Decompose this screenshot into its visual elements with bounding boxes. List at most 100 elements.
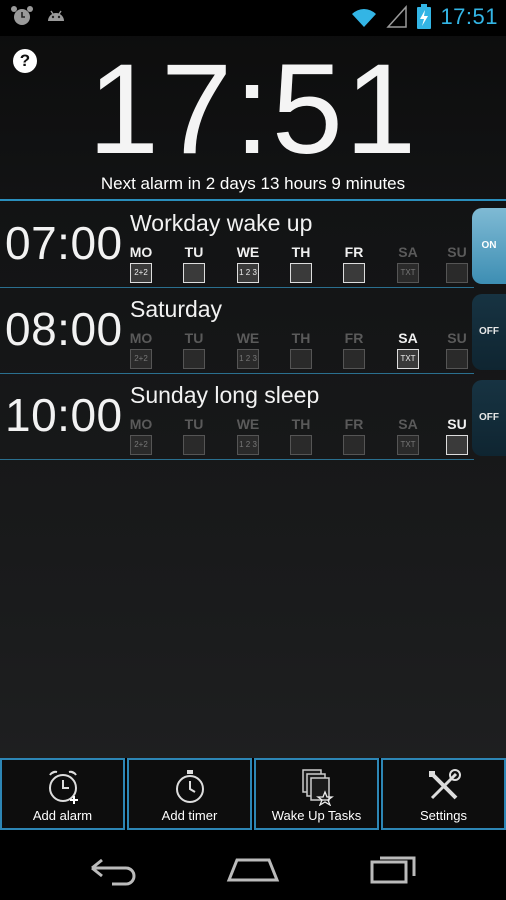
header-divider bbox=[0, 199, 506, 201]
wake-up-tasks-label: Wake Up Tasks bbox=[271, 808, 362, 823]
day-sa[interactable]: SA TXT bbox=[396, 244, 420, 283]
day-sa[interactable]: SA TXT bbox=[396, 330, 420, 369]
wake-up-task-icon bbox=[343, 349, 365, 369]
wake-up-task-icon bbox=[343, 263, 365, 283]
back-icon[interactable] bbox=[82, 848, 142, 888]
alarm-row[interactable]: 07:00 Workday wake up MO 2+2 TU WE 1 2 3 4 TH FR… bbox=[0, 202, 506, 288]
alarm-time: 10:00 bbox=[5, 389, 123, 441]
weekday-schedule: MO 2+2 TU WE 1 2 3 4 TH FR SA TXT SU bbox=[129, 244, 469, 284]
wake-up-task-icon: 1 2 3 4 bbox=[237, 349, 259, 369]
wake-up-task-icon bbox=[183, 349, 205, 369]
alarm-app-screen: 17:51 ? 17:51 Next alarm in 2 days 13 ho… bbox=[0, 0, 506, 900]
day-label: WE bbox=[236, 244, 260, 260]
android-icon bbox=[48, 10, 64, 21]
home-icon[interactable] bbox=[223, 848, 283, 888]
day-label: FR bbox=[344, 416, 364, 432]
day-label: SA bbox=[398, 416, 418, 432]
wake-up-task-icon: TXT bbox=[397, 263, 419, 283]
tasks-cards-icon bbox=[301, 769, 334, 806]
wake-up-task-icon bbox=[343, 435, 365, 455]
day-label: MO bbox=[129, 416, 153, 432]
wake-up-task-icon bbox=[183, 435, 205, 455]
day-label: TU bbox=[184, 244, 204, 260]
alarm-time: 07:00 bbox=[5, 217, 123, 269]
day-fr[interactable]: FR bbox=[342, 330, 366, 369]
day-tu[interactable]: TU bbox=[182, 244, 206, 283]
alarm-name: Workday wake up bbox=[130, 210, 313, 236]
wake-up-task-icon bbox=[290, 435, 312, 455]
weekday-schedule: MO 2+2 TU WE 1 2 3 4 TH FR SA TXT SU bbox=[129, 330, 469, 370]
alarm-name: Sunday long sleep bbox=[130, 382, 320, 408]
alarm-clock-add-icon bbox=[48, 770, 78, 804]
wake-up-task-icon bbox=[183, 263, 205, 283]
add-alarm-label: Add alarm bbox=[32, 808, 93, 823]
day-label: TH bbox=[291, 330, 311, 346]
alarm-toggle[interactable]: OFF bbox=[472, 380, 506, 456]
day-tu[interactable]: TU bbox=[182, 330, 206, 369]
day-label: WE bbox=[236, 416, 260, 432]
day-label: SA bbox=[398, 244, 418, 260]
day-label: SU bbox=[447, 330, 467, 346]
wake-up-task-icon bbox=[290, 349, 312, 369]
day-fr[interactable]: FR bbox=[342, 416, 366, 455]
wake-up-task-icon: 2+2 bbox=[130, 349, 152, 369]
day-mo[interactable]: MO 2+2 bbox=[129, 244, 153, 283]
day-label: TU bbox=[184, 330, 204, 346]
day-th[interactable]: TH bbox=[289, 244, 313, 283]
day-label: FR bbox=[344, 244, 364, 260]
recent-apps-icon[interactable] bbox=[364, 848, 424, 888]
alarm-toggle[interactable]: ON bbox=[472, 208, 506, 284]
day-label: SA bbox=[398, 330, 418, 346]
wake-up-task-icon: 1 2 3 4 bbox=[237, 263, 259, 283]
day-sa[interactable]: SA TXT bbox=[396, 416, 420, 455]
day-su[interactable]: SU bbox=[445, 416, 469, 455]
add-timer-label: Add timer bbox=[161, 808, 218, 823]
wake-up-task-icon: TXT bbox=[397, 435, 419, 455]
settings-label: Settings bbox=[420, 808, 467, 823]
system-nav-bar bbox=[0, 834, 506, 900]
wifi-icon bbox=[352, 9, 377, 27]
wake-up-task-icon: 1 2 3 4 bbox=[237, 435, 259, 455]
day-tu[interactable]: TU bbox=[182, 416, 206, 455]
day-mo[interactable]: MO 2+2 bbox=[129, 330, 153, 369]
day-we[interactable]: WE 1 2 3 4 bbox=[236, 416, 260, 455]
alarm-toggle[interactable]: OFF bbox=[472, 294, 506, 370]
day-we[interactable]: WE 1 2 3 4 bbox=[236, 330, 260, 369]
settings-button[interactable]: Settings bbox=[381, 758, 506, 830]
next-alarm-countdown: Next alarm in 2 days 13 hours 9 minutes bbox=[100, 174, 406, 193]
current-time-clock: 17:51 bbox=[87, 38, 419, 181]
wake-up-task-icon: TXT bbox=[397, 349, 419, 369]
tools-icon bbox=[428, 769, 461, 800]
status-bar: 17:51 bbox=[0, 0, 506, 36]
status-bar-time: 17:51 bbox=[440, 4, 498, 29]
day-th[interactable]: TH bbox=[289, 416, 313, 455]
day-label: TH bbox=[291, 416, 311, 432]
alarm-row[interactable]: 10:00 Sunday long sleep MO 2+2 TU WE 1 2 3 4 TH… bbox=[0, 374, 506, 460]
alarm-clock-icon bbox=[11, 6, 33, 25]
day-we[interactable]: WE 1 2 3 4 bbox=[236, 244, 260, 283]
wake-up-task-icon bbox=[290, 263, 312, 283]
add-alarm-button[interactable]: Add alarm bbox=[0, 758, 125, 830]
day-label: MO bbox=[129, 330, 153, 346]
day-th[interactable]: TH bbox=[289, 330, 313, 369]
battery-charging-icon bbox=[417, 4, 432, 29]
bottom-toolbar: Add alarm Add timer Wake Up Tasks Settin… bbox=[0, 758, 506, 834]
wake-up-task-icon bbox=[446, 263, 468, 283]
alarm-time: 08:00 bbox=[5, 303, 123, 355]
day-label: SU bbox=[447, 244, 467, 260]
add-timer-button[interactable]: Add timer bbox=[127, 758, 252, 830]
signal-icon bbox=[386, 5, 408, 28]
day-label: WE bbox=[236, 330, 260, 346]
wake-up-task-icon: 2+2 bbox=[130, 435, 152, 455]
day-mo[interactable]: MO 2+2 bbox=[129, 416, 153, 455]
day-su[interactable]: SU bbox=[445, 244, 469, 283]
day-label: TH bbox=[291, 244, 311, 260]
wake-up-tasks-button[interactable]: Wake Up Tasks bbox=[254, 758, 379, 830]
stopwatch-icon bbox=[175, 770, 204, 803]
day-su[interactable]: SU bbox=[445, 330, 469, 369]
wake-up-task-icon bbox=[446, 435, 468, 455]
day-label: FR bbox=[344, 330, 364, 346]
day-label: TU bbox=[184, 416, 204, 432]
alarm-row[interactable]: 08:00 Saturday MO 2+2 TU WE 1 2 3 4 TH FR SA TXT SU… bbox=[0, 288, 506, 374]
day-fr[interactable]: FR bbox=[342, 244, 366, 283]
